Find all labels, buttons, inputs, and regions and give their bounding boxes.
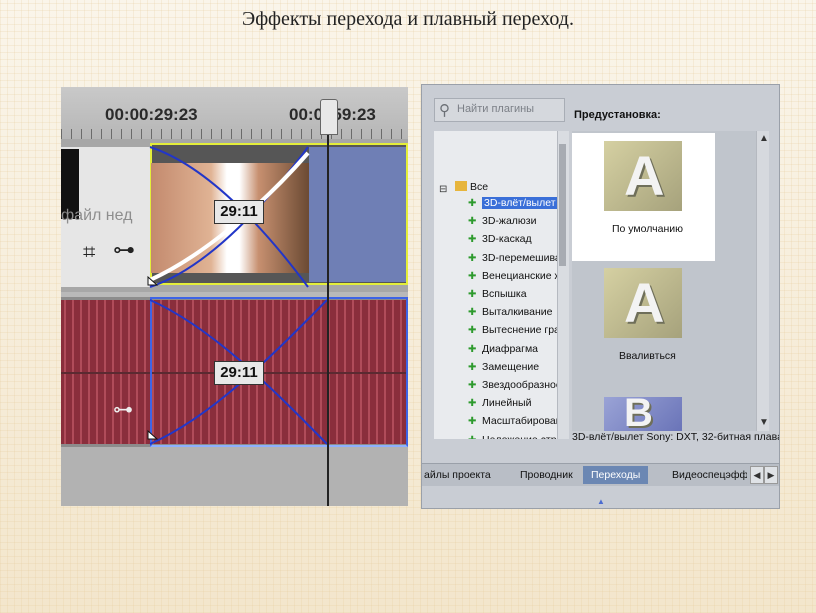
plugin-transition-icon: ✚ bbox=[468, 270, 477, 282]
preset-thumb-third[interactable]: B bbox=[604, 391, 682, 435]
tree-item-transition[interactable]: Выталкивание bbox=[482, 306, 552, 318]
preset-scrollbar[interactable]: ▲ ▼ bbox=[756, 131, 769, 431]
plugin-transition-icon: ✚ bbox=[468, 361, 477, 373]
plugin-transition-icon: ✚ bbox=[468, 289, 477, 300]
collapse-icon[interactable]: ⊟ bbox=[439, 184, 447, 195]
plugin-transition-icon: ✚ bbox=[468, 325, 477, 337]
preset-label-fall: Вваливться bbox=[619, 350, 676, 362]
tree-item-transition[interactable]: 3D-перемешиван bbox=[482, 252, 567, 264]
plugin-transition-icon: ✚ bbox=[468, 398, 477, 410]
tree-item-transition[interactable]: 3D-влёт/вылет bbox=[482, 197, 558, 209]
plugin-transition-icon: ✚ bbox=[468, 216, 477, 228]
preset-glyph: B bbox=[624, 391, 653, 435]
plugin-search-input[interactable]: ⚲ Найти плагины bbox=[434, 98, 565, 122]
tab-transitions[interactable]: Переходы bbox=[583, 466, 649, 484]
tab-video-fx[interactable]: Видеоспецэффект bbox=[672, 466, 747, 484]
plugin-transition-icon: ✚ bbox=[468, 252, 477, 264]
audio-transition-timecode: 29:11 bbox=[214, 361, 264, 385]
tab-project-files[interactable]: айлы проекта bbox=[424, 466, 504, 484]
preset-glyph: A bbox=[624, 271, 665, 334]
tree-item-transition[interactable]: Масштабировани bbox=[482, 415, 567, 427]
tab-explorer[interactable]: Проводник bbox=[520, 466, 580, 484]
preset-thumb-fall[interactable]: A bbox=[604, 268, 682, 338]
plugin-status-text: 3D-влёт/вылет Sony: DXT, 32-битная плава… bbox=[572, 431, 779, 443]
plugin-transition-icon: ✚ bbox=[468, 416, 477, 428]
scroll-down-icon[interactable]: ▼ bbox=[759, 417, 769, 428]
tree-scroll-thumb[interactable] bbox=[559, 144, 566, 266]
playhead-marker[interactable] bbox=[320, 99, 338, 135]
crossfade-curves bbox=[147, 146, 328, 445]
preset-header: Предустановка: bbox=[574, 109, 661, 121]
tree-item-transition[interactable]: Венецианские жа bbox=[482, 270, 567, 282]
preset-label-default: По умолчанию bbox=[612, 223, 684, 235]
timeline-empty-area[interactable] bbox=[61, 447, 408, 506]
preset-glyph: A bbox=[624, 144, 665, 207]
preset-thumb-default[interactable]: A bbox=[604, 141, 682, 211]
tab-next-icon[interactable]: ▶ bbox=[764, 466, 778, 484]
plugin-transition-icon: ✚ bbox=[468, 234, 477, 246]
plugin-transition-icon: ✚ bbox=[468, 380, 477, 391]
plugin-tree: ⊟ Все ✚ 3D-влёт/вылет ✚ 3D-жалюзи ✚ 3D-каскад… bbox=[434, 131, 569, 439]
video-transition-timecode: 29:11 bbox=[214, 200, 264, 224]
plugin-transition-icon: ✚ bbox=[468, 307, 477, 319]
tree-item-transition[interactable]: Замещение bbox=[482, 361, 539, 373]
tree-item-transition[interactable]: Линейный bbox=[482, 397, 531, 409]
tree-item-transition[interactable]: Наложение стра bbox=[482, 434, 562, 439]
window-tabs: айлы проекта Проводник Переходы Видеоспе… bbox=[422, 463, 779, 486]
slide-title: Эффекты перехода и плавный переход. bbox=[241, 8, 574, 30]
timeline-panel: 00:00:29:23 00:0▯59:23 файл нед ⌗ ⊶ ⊶ 29… bbox=[61, 87, 408, 506]
audio-fade-handle bbox=[147, 429, 159, 440]
search-placeholder: Найти плагины bbox=[457, 103, 535, 115]
tree-item-transition[interactable]: Вспышка bbox=[482, 288, 527, 300]
plugin-transition-icon: ✚ bbox=[468, 198, 477, 209]
tree-item-transition[interactable]: 3D-жалюзи bbox=[482, 215, 536, 227]
tree-item-transition[interactable]: Вытеснение град bbox=[482, 324, 566, 336]
resize-grip-icon[interactable]: ▲ bbox=[597, 497, 605, 506]
tree-item-transition[interactable]: Звездообразное bbox=[482, 379, 562, 391]
tab-prev-icon[interactable]: ◀ bbox=[750, 466, 764, 484]
transitions-window: ⚲ Найти плагины ⊟ Все ✚ 3D-влёт/вылет ✚ 3D-… bbox=[421, 84, 780, 509]
search-icon: ⚲ bbox=[439, 102, 450, 119]
scroll-up-icon[interactable]: ▲ bbox=[759, 133, 769, 144]
plugin-transition-icon: ✚ bbox=[468, 435, 479, 439]
folder-icon bbox=[455, 181, 467, 191]
playhead-line[interactable] bbox=[327, 127, 329, 506]
tree-root-all[interactable]: Все bbox=[470, 181, 488, 193]
tree-item-transition[interactable]: Диафрагма bbox=[482, 343, 538, 355]
tree-item-transition[interactable]: 3D-каскад bbox=[482, 233, 532, 245]
plugin-transition-icon: ✚ bbox=[468, 343, 477, 355]
